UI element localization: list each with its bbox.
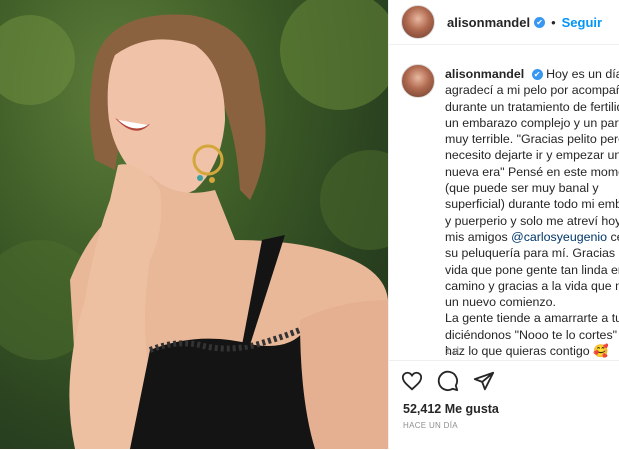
caption-text: alisonmandel ✔ Hoy es un día feli agrade… [445, 66, 619, 359]
verified-icon: ✔ [531, 69, 543, 81]
caption-line: muy terrible. "Gracias pelito pero [445, 132, 619, 147]
verified-icon: ✔ [534, 16, 546, 28]
post-actions: 52,412 Me gusta HACE UN DÍA [389, 360, 619, 450]
caption-line: superficial) durante todo mi embar [445, 197, 619, 212]
heart-icon[interactable] [401, 370, 423, 392]
caption-line: agradecí a mi pelo por acompañar [445, 83, 619, 98]
caption-avatar[interactable] [401, 64, 435, 98]
caption-line: su peluquería para mí. Gracias a la [445, 246, 619, 261]
caption-line: (que puede ser muy banal y [445, 181, 599, 196]
caption-line: Hoy es un día feli [546, 67, 619, 81]
woman-photo-illustration [0, 0, 388, 449]
follow-button[interactable]: Seguir [562, 15, 602, 30]
mention-link[interactable]: @carlosyeugenio [511, 230, 607, 244]
post-header: alisonmandel ✔ • Seguir [389, 0, 619, 45]
caption-line: durante un tratamiento de fertilid [445, 99, 619, 114]
caption-line: mis amigos @carlosyeugenio cerra [445, 229, 619, 244]
caption-line: un embarazo complejo y un parto [445, 115, 619, 130]
caption-line: un nuevo comienzo. [445, 295, 556, 310]
post-photo[interactable] [0, 0, 388, 449]
separator-dot: • [551, 14, 556, 30]
comment-icon[interactable] [437, 370, 459, 392]
caption-line: nueva era" Pensé en este momento [445, 164, 619, 179]
post-side-panel: alisonmandel ✔ • Seguir alisonmandel ✔ H… [388, 0, 619, 449]
caption-line: La gente tiende a amarrarte a tu p [445, 311, 619, 326]
avatar[interactable] [401, 5, 435, 39]
caption-line: necesito dejarte ir y empezar una [445, 148, 619, 163]
caption-line: y puerperio y solo me atreví hoy q [445, 213, 619, 228]
comment-age: 1 d [445, 346, 459, 357]
likes-count[interactable]: 52,412 Me gusta [403, 402, 499, 416]
username-link[interactable]: alisonmandel [447, 15, 530, 30]
caption-username[interactable]: alisonmandel [445, 67, 524, 81]
posted-timestamp: HACE UN DÍA [403, 421, 458, 430]
caption-line: haz lo que quieras contigo 🥰 [445, 344, 609, 359]
caption-line: diciéndonos "Nooo te lo cortes" tu [445, 327, 619, 342]
caption-line: camino y gracias a la vida que me [445, 278, 619, 293]
share-icon[interactable] [473, 370, 495, 392]
caption-line: vida que pone gente tan linda en m [445, 262, 619, 277]
